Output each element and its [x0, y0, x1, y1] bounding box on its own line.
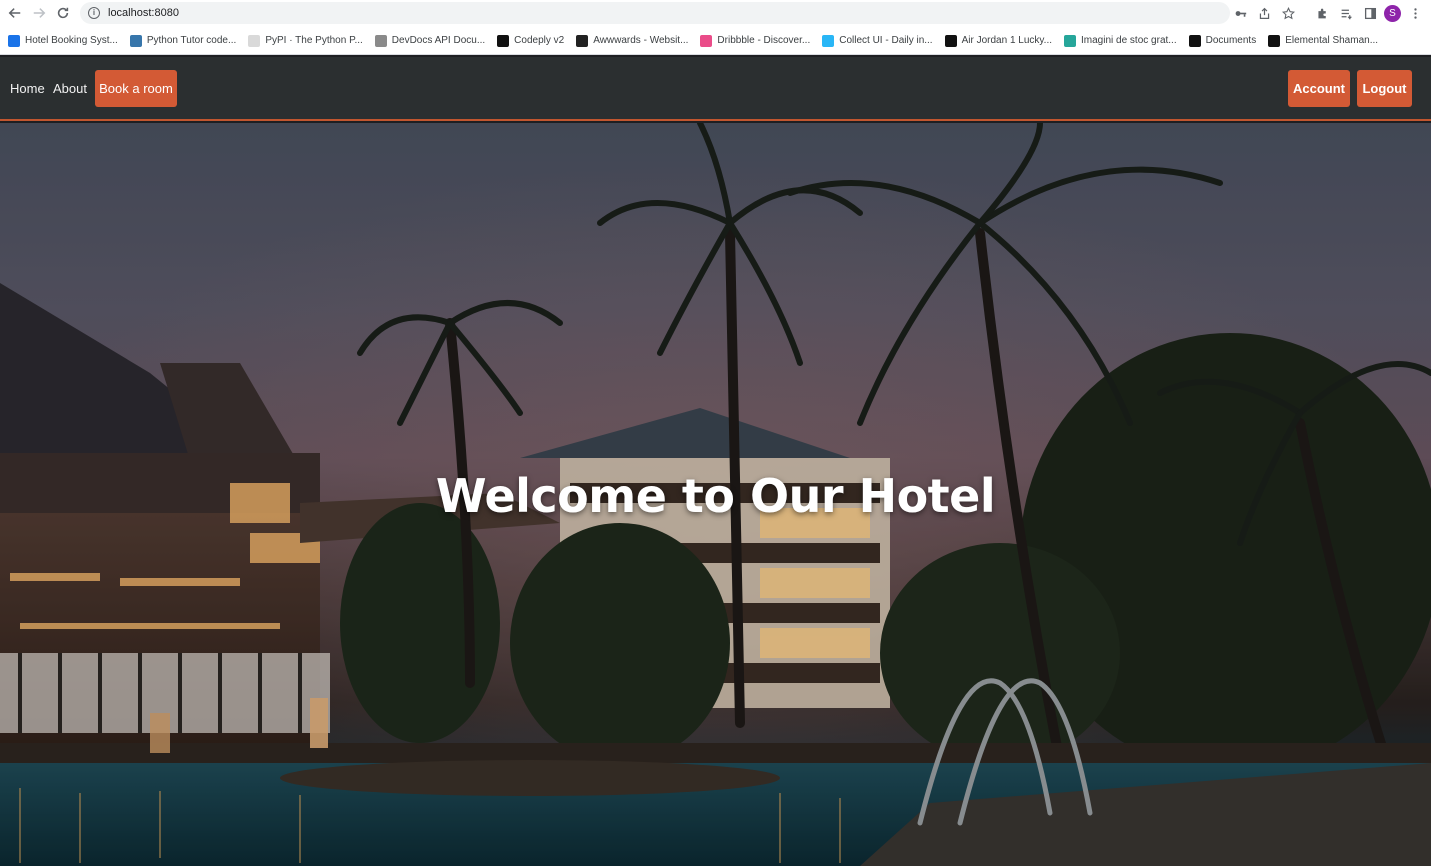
bookmark-item[interactable]: Hotel Booking Syst... — [8, 34, 118, 47]
bookmarks-bar: Hotel Booking Syst... Python Tutor code..… — [0, 27, 1431, 55]
extensions-puzzle-icon[interactable] — [1312, 4, 1332, 24]
bookmark-label: Python Tutor code... — [146, 35, 237, 46]
bookmark-item[interactable]: Codeply v2 — [497, 34, 565, 47]
bookmark-item[interactable]: DevDocs API Docu... — [374, 34, 486, 47]
reload-icon — [57, 7, 69, 19]
bookmark-item[interactable]: Air Jordan 1 Lucky... — [944, 34, 1053, 47]
awwwards-icon — [576, 34, 589, 47]
book-room-button[interactable]: Book a room — [95, 70, 177, 107]
bookmark-item[interactable]: Collect UI - Daily in... — [822, 34, 933, 47]
stock-icon — [1064, 34, 1077, 47]
bookmark-item[interactable]: Elemental Shaman... — [1268, 34, 1379, 47]
password-key-icon[interactable] — [1230, 4, 1250, 24]
bookmark-item[interactable]: Awwwards - Websit... — [576, 34, 689, 47]
back-arrow-icon — [8, 8, 21, 18]
url-text[interactable]: localhost:8080 — [108, 7, 179, 19]
bookmark-label: Dribbble - Discover... — [717, 35, 811, 46]
bookmark-label: Imagini de stoc grat... — [1081, 35, 1177, 46]
documents-icon — [1188, 34, 1201, 47]
reading-list-icon[interactable] — [1336, 4, 1356, 24]
account-button[interactable]: Account — [1288, 70, 1350, 107]
bookmark-label: Collect UI - Daily in... — [839, 35, 933, 46]
bookmark-label: PyPI · The Python P... — [265, 35, 363, 46]
hero-section: Welcome to Our Hotel — [0, 123, 1431, 866]
hero-title: Welcome to Our Hotel — [435, 469, 996, 523]
address-bar[interactable]: i localhost:8080 — [80, 2, 1230, 24]
jordan-icon — [944, 34, 957, 47]
side-panel-icon[interactable] — [1360, 4, 1380, 24]
site-info-icon[interactable]: i — [88, 7, 100, 19]
python-icon — [129, 34, 142, 47]
forward-button[interactable] — [27, 1, 51, 25]
devdocs-icon — [374, 34, 387, 47]
share-icon[interactable] — [1254, 4, 1274, 24]
bookmark-item[interactable]: Documents — [1188, 34, 1257, 47]
bookmark-label: Hotel Booking Syst... — [25, 35, 118, 46]
back-button[interactable] — [3, 1, 27, 25]
logout-button[interactable]: Logout — [1357, 70, 1412, 107]
codeply-icon — [497, 34, 510, 47]
site-navbar: Home About Book a room Account Logout — [0, 57, 1431, 121]
nav-home-link[interactable]: Home — [10, 81, 45, 96]
reload-button[interactable] — [51, 1, 75, 25]
bookmark-label: Awwwards - Websit... — [593, 35, 689, 46]
pypi-icon — [248, 34, 261, 47]
bookmark-item[interactable]: Dribbble - Discover... — [700, 34, 811, 47]
dribbble-icon — [700, 34, 713, 47]
bookmark-label: Elemental Shaman... — [1285, 35, 1379, 46]
browser-toolbar: i localhost:8080 S — [0, 0, 1431, 27]
menu-kebab-icon[interactable] — [1405, 4, 1425, 24]
collectui-icon — [822, 34, 835, 47]
bookmark-label: Documents — [1205, 35, 1257, 46]
f-logo-icon — [8, 34, 20, 47]
bookmark-label: DevDocs API Docu... — [391, 35, 486, 46]
nav-about-link[interactable]: About — [53, 81, 87, 96]
bookmark-label: Codeply v2 — [514, 35, 565, 46]
bookmark-item[interactable]: Python Tutor code... — [129, 34, 237, 47]
wow-icon — [1268, 34, 1281, 47]
forward-arrow-icon — [33, 8, 46, 18]
bookmark-label: Air Jordan 1 Lucky... — [961, 35, 1053, 46]
bookmark-item[interactable]: Imagini de stoc grat... — [1064, 34, 1177, 47]
bookmark-star-icon[interactable] — [1278, 4, 1298, 24]
profile-avatar[interactable]: S — [1384, 5, 1401, 22]
bookmark-item[interactable]: PyPI · The Python P... — [248, 34, 363, 47]
